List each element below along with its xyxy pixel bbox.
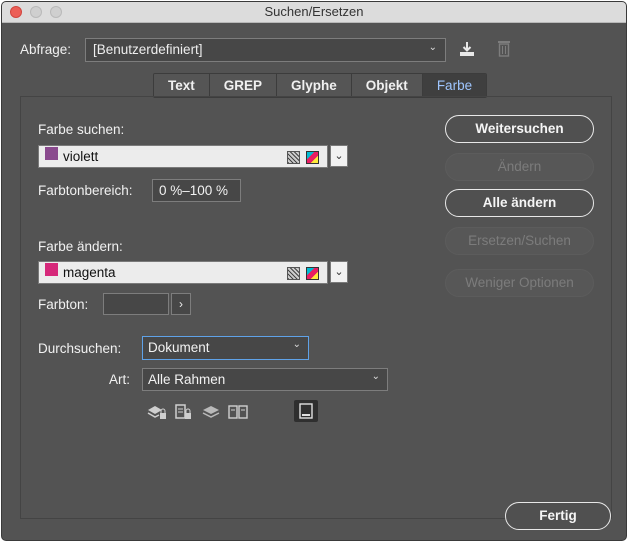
tint-field[interactable] xyxy=(103,293,169,315)
tint-label: Farbton: xyxy=(38,297,89,312)
search-scope-select[interactable]: Dokument ⌄ xyxy=(142,336,309,360)
include-locked-objects-icon[interactable] xyxy=(174,404,194,420)
trash-icon[interactable] xyxy=(496,40,512,58)
chevron-down-icon: ⌄ xyxy=(334,266,344,278)
fewer-options-button[interactable]: Weniger Optionen xyxy=(445,269,594,297)
change-all-button[interactable]: Alle ändern xyxy=(445,189,594,217)
change-find-button[interactable]: Ersetzen/Suchen xyxy=(445,227,594,255)
change-color-field[interactable]: magenta xyxy=(38,261,328,284)
include-hidden-layers-icon[interactable] xyxy=(201,404,221,420)
tab-glyph[interactable]: Glyphe xyxy=(277,74,352,97)
change-button[interactable]: Ändern xyxy=(445,153,594,181)
type-label: Art: xyxy=(109,372,131,387)
chevron-down-icon: ⌄ xyxy=(334,150,344,162)
swatch-grid-icon xyxy=(287,267,300,280)
include-locked-layers-icon[interactable] xyxy=(147,404,167,420)
window-title: Suchen/Ersetzen xyxy=(264,4,364,19)
tint-range-label: Farbtonbereich: xyxy=(38,183,133,198)
query-select[interactable]: [Benutzerdefiniert] ⌄ xyxy=(85,38,446,62)
tint-stepper-button[interactable]: › xyxy=(171,293,191,315)
search-scope-label: Durchsuchen: xyxy=(38,341,122,356)
swatch-grid-icon xyxy=(287,151,300,164)
type-select[interactable]: Alle Rahmen ⌄ xyxy=(142,368,388,391)
find-next-button[interactable]: Weitersuchen xyxy=(445,115,594,143)
chevron-down-icon: ⌄ xyxy=(371,371,380,382)
find-color-label: Farbe suchen: xyxy=(38,122,125,137)
type-value: Alle Rahmen xyxy=(148,372,226,387)
change-color-swatch xyxy=(45,263,58,276)
find-color-field[interactable]: violett xyxy=(38,145,328,168)
include-master-pages-icon[interactable] xyxy=(228,404,248,420)
title-bar: Suchen/Ersetzen xyxy=(2,2,626,23)
cmyk-icon xyxy=(306,267,319,280)
tab-grep[interactable]: GREP xyxy=(209,74,278,97)
tint-range-field[interactable]: 0 %–100 % xyxy=(152,179,241,202)
include-footnotes-icon[interactable] xyxy=(294,400,318,422)
change-color-label: Farbe ändern: xyxy=(38,239,123,254)
query-label: Abfrage: xyxy=(20,42,72,57)
chevron-right-icon: › xyxy=(179,297,183,311)
search-scope-value: Dokument xyxy=(148,340,210,355)
find-change-dialog: Suchen/Ersetzen Abfrage: [Benutzerdefini… xyxy=(1,1,627,541)
tab-color[interactable]: Farbe xyxy=(422,74,487,97)
tab-text[interactable]: Text xyxy=(154,74,210,97)
find-color-dropdown-button[interactable]: ⌄ xyxy=(330,145,348,167)
cmyk-icon xyxy=(306,151,319,164)
find-color-swatch xyxy=(45,147,58,160)
done-button[interactable]: Fertig xyxy=(505,502,611,530)
tab-object[interactable]: Objekt xyxy=(351,74,423,97)
tab-bar: Text GREP Glyphe Objekt Farbe xyxy=(153,73,488,98)
find-color-value: violett xyxy=(63,149,99,164)
query-value: [Benutzerdefiniert] xyxy=(93,42,203,57)
tint-range-value: 0 %–100 % xyxy=(159,183,229,198)
save-query-icon[interactable] xyxy=(458,40,476,58)
chevron-down-icon: ⌄ xyxy=(292,339,301,350)
change-color-dropdown-button[interactable]: ⌄ xyxy=(330,261,348,283)
change-color-value: magenta xyxy=(63,265,116,280)
chevron-down-icon: ⌄ xyxy=(428,42,437,53)
